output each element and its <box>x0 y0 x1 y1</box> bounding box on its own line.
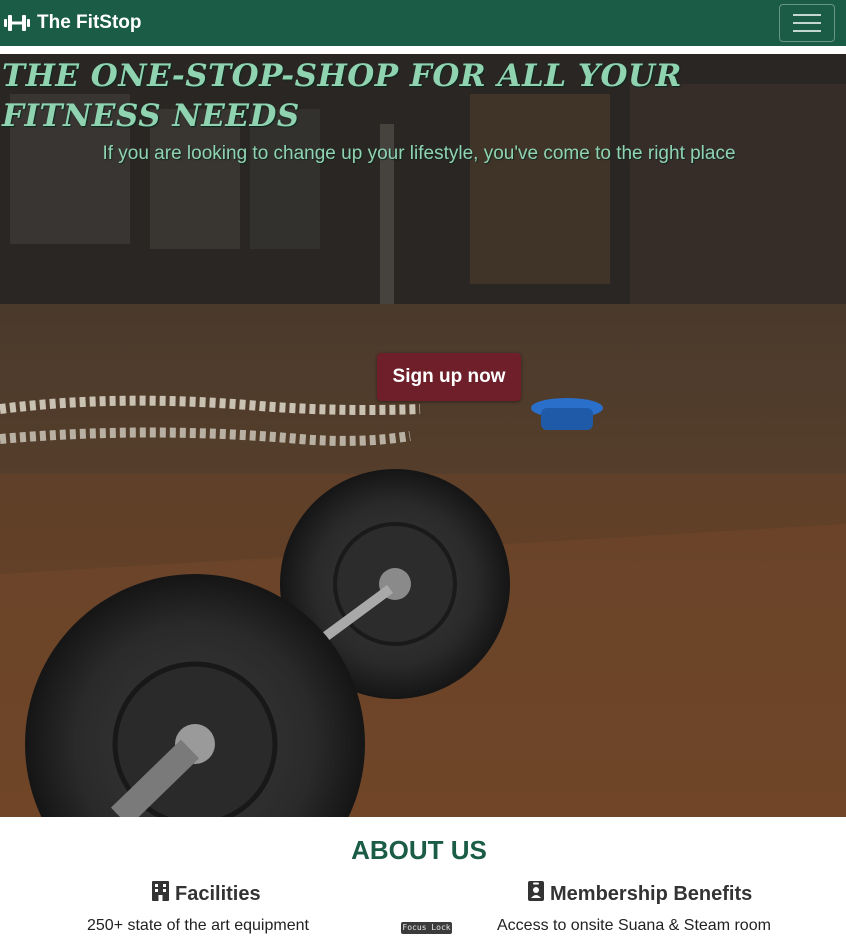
navbar: The FitStop <box>0 0 846 46</box>
building-icon <box>152 881 169 907</box>
hero-section: THE ONE-STOP-SHOP FOR ALL YOUR FITNESS N… <box>0 54 846 817</box>
brand-link[interactable]: The FitStop <box>4 12 141 34</box>
membership-benefits-text: Access to onsite Suana & Steam room <box>497 917 771 934</box>
facilities-text: 250+ state of the art equipment <box>87 917 309 934</box>
sign-up-button[interactable]: Sign up now <box>377 353 521 401</box>
dumbbell-icon <box>4 14 30 32</box>
hamburger-icon <box>793 14 821 16</box>
membership-benefits-heading-label: Membership Benefits <box>550 882 753 905</box>
facilities-heading-label: Facilities <box>175 882 261 905</box>
hero-background-image <box>0 54 846 817</box>
hero-title: THE ONE-STOP-SHOP FOR ALL YOUR FITNESS N… <box>2 58 682 134</box>
brand-name: The FitStop <box>37 12 142 33</box>
membership-benefits-heading: Membership Benefits <box>528 881 752 907</box>
id-badge-icon <box>528 881 544 907</box>
hero-subtitle: If you are looking to change up your lif… <box>102 143 736 164</box>
facilities-heading: Facilities <box>152 881 261 907</box>
about-us-title: ABOUT US <box>351 835 487 865</box>
navbar-toggler-button[interactable] <box>779 4 835 42</box>
focus-lock-badge[interactable]: Focus Lock <box>401 922 452 934</box>
